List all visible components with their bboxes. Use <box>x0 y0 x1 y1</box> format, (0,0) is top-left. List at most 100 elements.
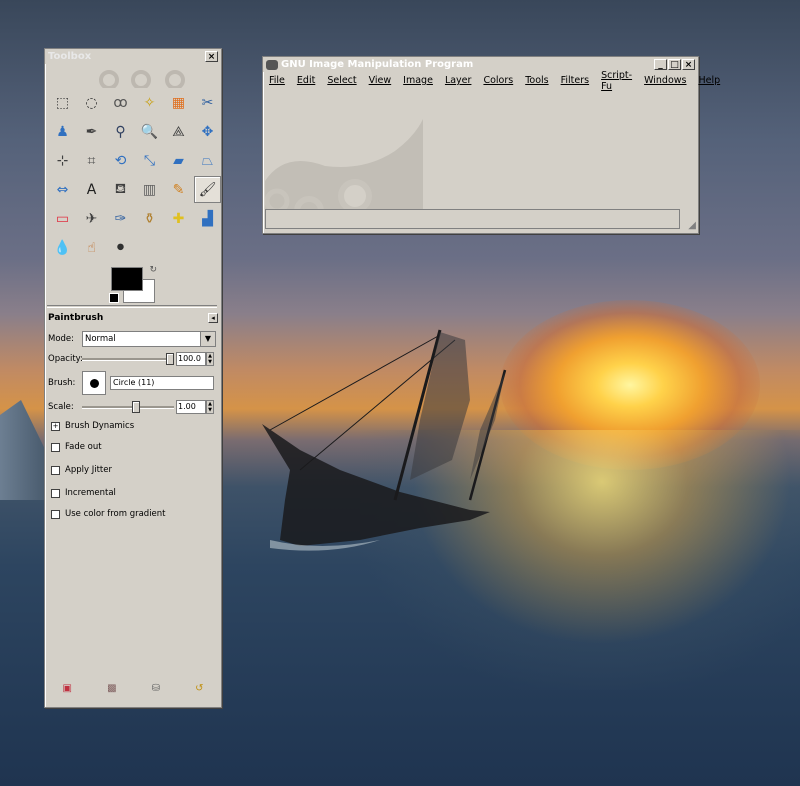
wilber-eye-icon <box>165 70 185 88</box>
brush-preview-button[interactable] <box>82 371 106 395</box>
menu-view[interactable]: View <box>369 75 392 86</box>
use-color-gradient-checkbox[interactable] <box>51 509 60 519</box>
blend-icon[interactable]: ▥ <box>136 176 163 203</box>
perspective-clone-icon[interactable]: ▟ <box>194 205 221 232</box>
text-icon[interactable]: A <box>78 176 105 203</box>
opacity-slider[interactable] <box>82 353 174 365</box>
resize-grip-icon[interactable]: ◢ <box>688 220 696 231</box>
fade-out-label[interactable]: Fade out <box>65 442 102 452</box>
gimp-app-icon <box>266 59 278 70</box>
maximize-button[interactable]: □ <box>668 59 681 70</box>
menu-image[interactable]: Image <box>403 75 433 86</box>
mode-label: Mode: <box>48 334 75 344</box>
menu-help[interactable]: Help <box>699 75 721 86</box>
pencil-icon[interactable]: ✎ <box>165 176 192 203</box>
opacity-slider-thumb[interactable] <box>166 353 174 365</box>
zoom-icon[interactable]: 🔍 <box>136 118 163 145</box>
scale-spin-buttons[interactable]: ▲ ▼ <box>206 400 214 414</box>
crop-icon[interactable]: ⌗ <box>78 147 105 174</box>
scale-slider-thumb[interactable] <box>132 401 140 413</box>
menu-layer[interactable]: Layer <box>445 75 472 86</box>
tool-options-header: Paintbrush ◂ <box>48 311 218 325</box>
opacity-spin-buttons[interactable]: ▲ ▼ <box>206 352 214 366</box>
apply-jitter-label[interactable]: Apply Jitter <box>65 465 112 475</box>
save-options-icon[interactable]: ▣ <box>63 683 72 694</box>
menu-script-fu[interactable]: Script-Fu <box>601 70 632 92</box>
chevron-down-icon[interactable]: ▼ <box>200 332 215 346</box>
incremental-checkbox[interactable] <box>51 488 60 498</box>
align-icon[interactable]: ⊹ <box>49 147 76 174</box>
measure-icon[interactable]: ⟁ <box>165 118 192 145</box>
toolbox-titlebar[interactable]: Toolbox × <box>45 49 221 64</box>
rect-select-icon[interactable]: ⬚ <box>49 89 76 116</box>
brush-dynamics-row[interactable]: + Brush Dynamics <box>48 421 218 431</box>
bucket-fill-icon[interactable]: ⛾ <box>107 176 134 203</box>
delete-options-icon[interactable]: ⛁ <box>152 683 160 694</box>
panel-separator[interactable] <box>47 305 217 308</box>
perspective-icon[interactable]: ⏢ <box>194 147 221 174</box>
fade-out-checkbox[interactable] <box>51 442 60 452</box>
ellipse-select-icon[interactable]: ◌ <box>78 89 105 116</box>
foreground-color-swatch[interactable] <box>111 267 143 291</box>
airbrush-icon[interactable]: ✈ <box>78 205 105 232</box>
menu-windows[interactable]: Windows <box>644 75 686 86</box>
tool-options-title: Paintbrush <box>48 313 104 323</box>
opacity-input[interactable]: 100.0 <box>176 352 206 366</box>
color-area: ↻ <box>109 265 157 307</box>
scale-slider[interactable] <box>82 401 174 413</box>
incremental-label[interactable]: Incremental <box>65 488 116 498</box>
menu-tools[interactable]: Tools <box>525 75 548 86</box>
ink-icon[interactable]: ✑ <box>107 205 134 232</box>
close-button[interactable]: × <box>682 59 695 70</box>
tool-options-menu-button[interactable]: ◂ <box>208 313 218 323</box>
main-titlebar[interactable]: GNU Image Manipulation Program _ □ × <box>263 57 698 72</box>
scissors-icon[interactable]: ✂ <box>194 89 221 116</box>
toolbox-close-button[interactable]: × <box>205 51 218 62</box>
smudge-icon[interactable]: ☝ <box>78 234 105 261</box>
paintbrush-icon[interactable]: 🖌 <box>194 176 221 203</box>
use-color-gradient-row[interactable]: Use color from gradient <box>48 509 218 519</box>
apply-jitter-checkbox[interactable] <box>51 465 60 475</box>
foreground-select-icon[interactable]: ♟ <box>49 118 76 145</box>
heal-icon[interactable]: ✚ <box>165 205 192 232</box>
incremental-row[interactable]: Incremental <box>48 488 218 498</box>
restore-options-icon[interactable]: ▩ <box>107 683 116 694</box>
sea-reflection <box>360 430 800 690</box>
reset-options-icon[interactable]: ↺ <box>195 683 203 694</box>
paths-icon[interactable]: ✒ <box>78 118 105 145</box>
free-select-icon[interactable]: ꝏ <box>107 89 134 116</box>
brush-name-field[interactable]: Circle (11) <box>110 376 214 390</box>
move-icon[interactable]: ✥ <box>194 118 221 145</box>
flip-icon[interactable]: ⇔ <box>49 176 76 203</box>
menu-select[interactable]: Select <box>327 75 356 86</box>
use-color-gradient-label[interactable]: Use color from gradient <box>65 509 166 519</box>
scale-input[interactable]: 1.00 <box>176 400 206 414</box>
fuzzy-select-icon[interactable]: ✧ <box>136 89 163 116</box>
rotate-icon[interactable]: ⟲ <box>107 147 134 174</box>
menu-filters[interactable]: Filters <box>561 75 589 86</box>
color-picker-icon[interactable]: ⚲ <box>107 118 134 145</box>
blur-icon[interactable]: 💧 <box>49 234 76 261</box>
swap-colors-icon[interactable]: ↻ <box>149 265 157 275</box>
expand-icon[interactable]: + <box>51 421 60 431</box>
minimize-button[interactable]: _ <box>654 59 667 70</box>
shear-icon[interactable]: ▰ <box>165 147 192 174</box>
brush-dynamics-label[interactable]: Brush Dynamics <box>65 421 134 431</box>
default-colors-icon[interactable] <box>109 293 119 303</box>
dodge-burn-icon[interactable]: ⚫ <box>107 234 134 261</box>
menu-file[interactable]: File <box>269 75 285 86</box>
wilber-watermark-icon <box>265 119 423 209</box>
toolbox-window: Toolbox × ⬚ ◌ ꝏ ✧ ▦ ✂ ♟ ✒ ⚲ 🔍 ⟁ ✥ ⊹ ⌗ ⟲ ⤡ ▰ ⏢ ⇔ A ⛾ ▥ ✎ 🖌 ▭ ✈ ✑ ⚱ ✚ ▟… <box>44 48 222 708</box>
eraser-icon[interactable]: ▭ <box>49 205 76 232</box>
apply-jitter-row[interactable]: Apply Jitter <box>48 465 218 475</box>
scale-icon[interactable]: ⤡ <box>136 147 163 174</box>
scale-slider-track <box>82 406 174 409</box>
mode-row: Mode: Normal ▼ <box>48 331 218 347</box>
menu-edit[interactable]: Edit <box>297 75 315 86</box>
mode-select[interactable]: Normal ▼ <box>82 331 216 347</box>
clone-icon[interactable]: ⚱ <box>136 205 163 232</box>
color-select-icon[interactable]: ▦ <box>165 89 192 116</box>
menu-colors[interactable]: Colors <box>483 75 513 86</box>
fade-out-row[interactable]: Fade out <box>48 442 218 452</box>
empty-canvas-area[interactable] <box>265 91 695 209</box>
